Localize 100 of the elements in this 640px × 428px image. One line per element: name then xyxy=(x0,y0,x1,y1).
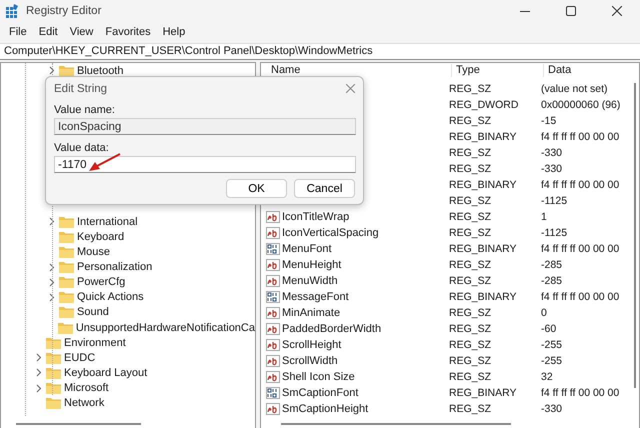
folder-icon xyxy=(58,322,73,334)
dialog-button[interactable]: Cancel xyxy=(294,179,355,198)
chevron-icon[interactable] xyxy=(49,66,55,76)
string-value-icon xyxy=(266,275,280,287)
value-name-field[interactable]: IconSpacing xyxy=(54,118,356,135)
value-name[interactable]: MessageFont xyxy=(282,291,349,303)
minimize-icon[interactable] xyxy=(520,10,530,12)
close-icon[interactable] xyxy=(612,6,622,16)
value-data: 1 xyxy=(541,211,548,223)
chevron-icon[interactable] xyxy=(36,368,42,378)
menu-item[interactable]: Edit xyxy=(34,24,63,40)
column-header[interactable]: Type xyxy=(451,64,543,77)
value-data: f4 ff ff ff 00 00 00 xyxy=(541,179,620,191)
value-data: 0 xyxy=(541,307,548,319)
address-bar[interactable]: Computer\HKEY_CURRENT_USER\Control Panel\Desktop\WindowMetrics xyxy=(0,43,640,60)
value-name[interactable]: MenuWidth xyxy=(282,275,338,287)
folder-icon xyxy=(59,261,74,274)
chevron-icon[interactable] xyxy=(49,278,55,287)
tree-item[interactable]: Keyboard Layout xyxy=(64,366,148,379)
value-type: REG_SZ xyxy=(449,83,492,95)
value-data: -330 xyxy=(541,403,564,415)
value-type: REG_SZ xyxy=(449,147,492,159)
value-data: f4 ff ff ff 00 00 00 xyxy=(541,387,620,399)
value-type: REG_SZ xyxy=(449,211,492,223)
value-name[interactable]: SmCaptionHeight xyxy=(282,403,368,415)
dialog-button[interactable]: OK xyxy=(226,179,287,198)
value-type: REG_BINARY xyxy=(449,387,518,399)
tree-item[interactable]: Personalization xyxy=(77,261,152,274)
value-name[interactable]: MinAnimate xyxy=(282,307,340,319)
value-data-field[interactable]: -1170 xyxy=(54,156,356,173)
scrollbar[interactable] xyxy=(634,83,636,388)
tree-item[interactable]: PowerCfg xyxy=(77,276,126,288)
value-data: f4 ff ff ff 00 00 00 xyxy=(541,131,620,143)
value-type: REG_SZ xyxy=(449,259,492,271)
value-type: REG_SZ xyxy=(449,323,492,335)
folder-icon xyxy=(46,382,61,394)
value-type: REG_DWORD xyxy=(449,99,520,111)
tree-item[interactable]: International xyxy=(77,216,138,228)
tree-item[interactable]: Environment xyxy=(64,336,126,349)
value-data: f4 ff ff ff 00 00 00 xyxy=(541,291,620,303)
binary-value-icon xyxy=(266,243,280,255)
chevron-icon[interactable] xyxy=(49,292,55,302)
string-value-icon xyxy=(266,403,280,415)
value-name[interactable]: MenuHeight xyxy=(282,259,342,271)
value-data: -255 xyxy=(541,355,564,367)
value-type: REG_BINARY xyxy=(449,131,518,143)
tree-item[interactable]: Microsoft xyxy=(64,382,109,394)
field-label: Value data: xyxy=(54,141,110,156)
folder-icon xyxy=(59,276,74,288)
scrollbar[interactable] xyxy=(281,423,511,425)
chevron-icon[interactable] xyxy=(49,217,55,226)
value-data: -330 xyxy=(541,163,564,175)
tree-item[interactable]: Sound xyxy=(77,306,109,318)
folder-icon xyxy=(59,306,74,318)
maximize-icon[interactable] xyxy=(566,6,576,16)
arrow-icon xyxy=(89,153,121,172)
folder-icon xyxy=(46,397,61,410)
chevron-icon[interactable] xyxy=(36,353,42,362)
value-name[interactable]: MenuFont xyxy=(282,243,332,255)
tree-item[interactable]: Bluetooth xyxy=(77,64,124,77)
folder-icon xyxy=(59,230,74,243)
menu-item[interactable]: View xyxy=(64,24,98,40)
value-type: REG_SZ xyxy=(449,227,492,239)
folder-icon xyxy=(59,216,74,228)
menu-item[interactable]: Help xyxy=(158,24,190,40)
value-type: REG_SZ xyxy=(449,371,492,383)
column-header[interactable]: Data xyxy=(543,64,639,77)
folder-icon xyxy=(46,352,61,364)
chevron-icon[interactable] xyxy=(36,384,42,393)
tree-item[interactable]: Mouse xyxy=(77,246,110,258)
tree-item[interactable]: Quick Actions xyxy=(77,291,144,304)
binary-value-icon xyxy=(266,387,280,399)
string-value-icon xyxy=(266,211,280,223)
binary-value-icon xyxy=(266,291,280,303)
tree-item[interactable]: UnsupportedHardwareNotificationCa xyxy=(76,322,255,334)
menu-item[interactable]: Favorites xyxy=(100,24,156,40)
value-name[interactable]: IconVerticalSpacing xyxy=(282,227,379,239)
value-name[interactable]: Shell Icon Size xyxy=(282,371,355,383)
string-value-icon xyxy=(266,371,280,383)
column-header[interactable]: Name xyxy=(267,64,451,77)
value-name[interactable]: IconTitleWrap xyxy=(282,211,350,223)
string-value-icon xyxy=(266,339,280,351)
scrollbar[interactable] xyxy=(16,423,141,425)
chevron-icon[interactable] xyxy=(49,262,55,272)
value-type: REG_BINARY xyxy=(449,179,518,191)
value-type: REG_SZ xyxy=(449,339,492,351)
value-data: -1125 xyxy=(541,195,568,207)
value-name[interactable]: ScrollHeight xyxy=(282,339,342,351)
string-value-icon xyxy=(266,259,280,271)
tree-item[interactable]: EUDC xyxy=(64,352,96,364)
value-name[interactable]: ScrollWidth xyxy=(282,355,338,367)
tree-item[interactable]: Keyboard xyxy=(77,230,124,243)
menu-item[interactable]: File xyxy=(4,24,32,40)
tree-item[interactable]: Network xyxy=(64,397,104,410)
folder-icon xyxy=(59,246,74,258)
value-type: REG_SZ xyxy=(449,403,492,415)
value-name[interactable]: SmCaptionFont xyxy=(282,387,358,399)
folder-icon xyxy=(46,336,61,349)
string-value-icon xyxy=(266,355,280,367)
value-name[interactable]: PaddedBorderWidth xyxy=(282,323,382,335)
